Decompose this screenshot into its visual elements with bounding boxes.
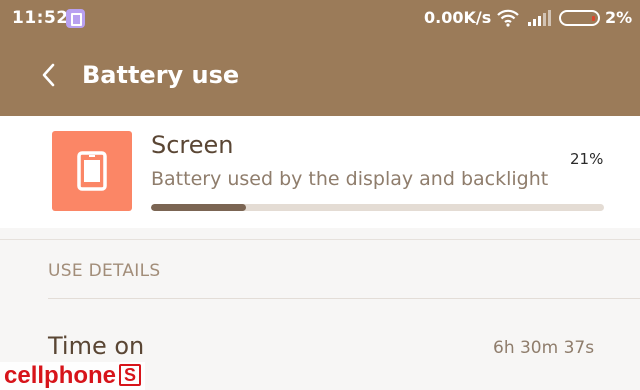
detail-row-label: Time on (48, 332, 145, 360)
battery-percent: 2% (605, 8, 633, 27)
status-time: 11:52 (12, 8, 69, 28)
screen-icon (52, 131, 132, 211)
item-description: Battery used by the display and backligh… (151, 168, 549, 190)
item-title: Screen (151, 131, 234, 159)
notification-app-icon (66, 9, 85, 28)
wifi-icon (497, 9, 519, 27)
section-divider (48, 298, 640, 299)
network-speed: 0.00K/s (424, 8, 492, 27)
chevron-left-icon[interactable] (38, 60, 60, 90)
usage-progress-fill (151, 204, 247, 211)
watermark-text: cellphone (4, 362, 117, 389)
detail-row-value: 6h 30m 37s (493, 338, 595, 358)
watermark: cellphone S (0, 362, 146, 390)
app-header: 11:52 0.00K/s 2% Battery use (0, 0, 640, 116)
usage-progress-bar (151, 204, 604, 211)
page-title: Battery use (82, 61, 240, 89)
status-bar: 11:52 0.00K/s 2% (0, 0, 640, 38)
usage-percent: 21% (570, 150, 604, 168)
signal-icon (528, 10, 551, 26)
watermark-logo: S (119, 364, 142, 386)
battery-level (592, 16, 595, 21)
battery-usage-item[interactable]: Screen Battery used by the display and b… (0, 116, 640, 228)
section-divider-top (0, 239, 640, 240)
battery-icon (559, 10, 600, 26)
section-header: USE DETAILS (48, 261, 161, 281)
